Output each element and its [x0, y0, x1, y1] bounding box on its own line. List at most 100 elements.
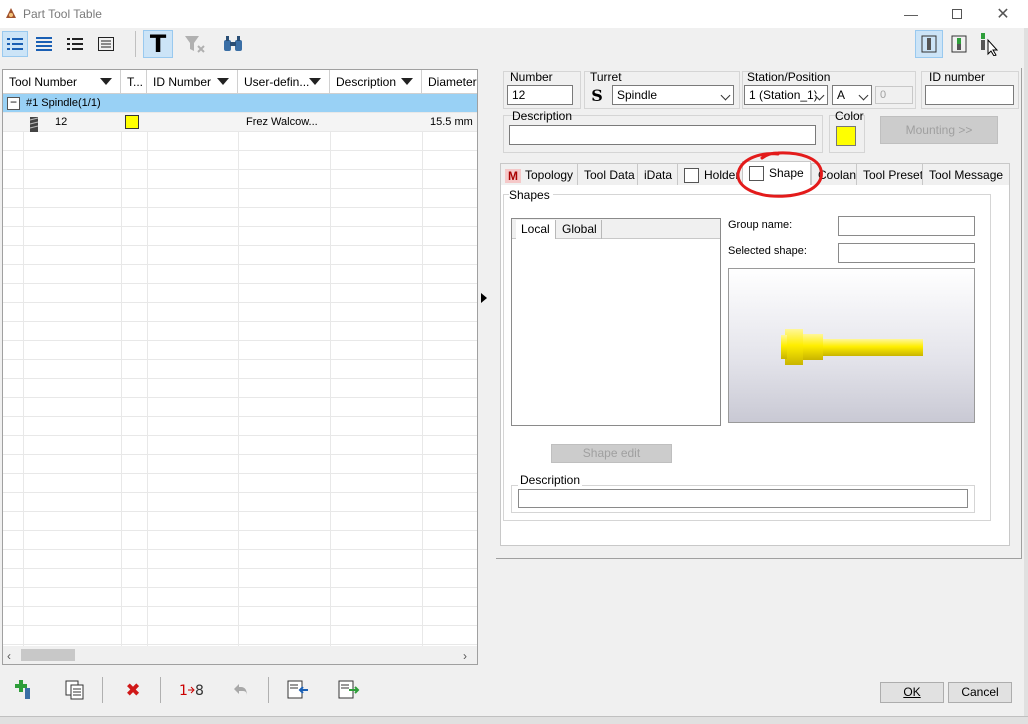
- position-number-field[interactable]: 0: [875, 86, 913, 104]
- add-tool-button[interactable]: [12, 676, 38, 702]
- turret-value: Spindle: [617, 88, 658, 102]
- id-number-field[interactable]: [925, 85, 1014, 105]
- empty-row: [3, 588, 477, 607]
- spindle-s-icon: S: [591, 85, 603, 105]
- view-list-button[interactable]: [31, 31, 57, 57]
- col-header-type[interactable]: T...: [121, 70, 147, 94]
- cancel-button[interactable]: Cancel: [948, 682, 1012, 703]
- empty-row: [3, 322, 477, 341]
- tab-tool-preset[interactable]: Tool Preset: [856, 163, 931, 185]
- mounting-button[interactable]: Mounting >>: [880, 116, 998, 144]
- color-label: Color: [835, 109, 864, 123]
- scroll-thumb[interactable]: [21, 649, 75, 661]
- empty-row: [3, 569, 477, 588]
- tab-tool-data[interactable]: Tool Data: [577, 163, 642, 185]
- empty-row: [3, 189, 477, 208]
- description-label: Description: [512, 109, 573, 123]
- col-header-user-defined[interactable]: User-defin...: [238, 70, 330, 94]
- sort-arrow-icon[interactable]: [401, 78, 413, 85]
- window-right-edge: [1024, 28, 1028, 716]
- tool-view-3-button[interactable]: [975, 31, 1001, 57]
- subtab-global[interactable]: Global: [558, 220, 602, 239]
- scroll-left-icon[interactable]: ‹: [7, 649, 11, 663]
- toolbar-separator: [135, 31, 136, 57]
- holder-checkbox[interactable]: [684, 168, 699, 184]
- col-label: ID Number: [153, 75, 212, 89]
- selected-shape-label: Selected shape:: [728, 245, 807, 257]
- main-toolbar: T: [0, 28, 1028, 62]
- position-select[interactable]: A: [832, 85, 872, 105]
- renumber-button[interactable]: 18: [176, 677, 208, 703]
- tab-tool-message[interactable]: Tool Message: [922, 163, 1011, 185]
- spindle-group-row[interactable]: − #1 Spindle(1/1): [3, 94, 477, 113]
- shape-list-panel: Local Global: [511, 218, 721, 426]
- renumber-icon: 18: [179, 683, 204, 699]
- id-number-label: ID number: [929, 70, 986, 84]
- delete-tool-button[interactable]: ✖: [120, 677, 146, 703]
- horizontal-scrollbar[interactable]: ‹ ›: [3, 646, 477, 664]
- tool-view-1-button[interactable]: [915, 30, 943, 58]
- description-field[interactable]: [509, 125, 816, 145]
- splitter-arrow-icon[interactable]: [481, 293, 487, 303]
- sort-arrow-icon[interactable]: [309, 78, 321, 85]
- sort-arrow-icon[interactable]: [100, 78, 112, 85]
- empty-row: [3, 474, 477, 493]
- ok-button[interactable]: OK: [880, 682, 944, 703]
- empty-row: [3, 303, 477, 322]
- tool-view-2-button[interactable]: [946, 31, 972, 57]
- station-label: Station/Position: [747, 70, 831, 84]
- empty-row: [3, 246, 477, 265]
- color-swatch-button[interactable]: [836, 126, 856, 146]
- station-value: 1 (Station_1): [749, 88, 818, 102]
- subtab-local[interactable]: Local: [516, 220, 556, 239]
- undo-button[interactable]: [228, 677, 254, 703]
- maximize-button[interactable]: [934, 0, 980, 28]
- text-mode-button[interactable]: T: [143, 30, 173, 58]
- tool-color-swatch: [125, 115, 139, 129]
- group-name-field[interactable]: [838, 216, 975, 236]
- shape-preview[interactable]: [728, 268, 975, 423]
- clear-filter-button[interactable]: [182, 31, 208, 57]
- scroll-right-icon[interactable]: ›: [463, 649, 467, 663]
- empty-row: [3, 626, 477, 645]
- view-simple-list-button[interactable]: [93, 31, 119, 57]
- grid-header: Tool Number T... ID Number User-defin...…: [3, 70, 477, 94]
- empty-row: [3, 512, 477, 531]
- list-icon: [36, 37, 52, 51]
- col-header-id-number[interactable]: ID Number: [147, 70, 238, 94]
- shape-description-field[interactable]: [518, 489, 968, 508]
- selected-shape-field[interactable]: [838, 243, 975, 263]
- tab-topology[interactable]: M Topology: [500, 163, 581, 185]
- col-label: Description: [336, 75, 397, 89]
- user-defined-cell: Frez Walcow...: [246, 116, 318, 128]
- shape-edit-button[interactable]: Shape edit: [551, 444, 672, 463]
- shape-description-label: Description: [518, 473, 583, 487]
- tab-label: Tool Message: [929, 168, 1004, 182]
- import-icon: [287, 680, 308, 699]
- undo-icon: [234, 684, 247, 696]
- station-select[interactable]: 1 (Station_1): [744, 85, 828, 105]
- sort-arrow-icon[interactable]: [217, 78, 229, 85]
- col-label: Diameter: [428, 75, 477, 89]
- find-button[interactable]: [220, 31, 246, 57]
- col-header-diameter[interactable]: Diameter: [422, 70, 477, 94]
- col-header-tool-number[interactable]: Tool Number: [3, 70, 121, 94]
- import-button[interactable]: [285, 677, 311, 703]
- export-button[interactable]: [336, 677, 362, 703]
- copy-tool-button[interactable]: [62, 677, 88, 703]
- compact-list-icon: [67, 38, 83, 50]
- minimize-button[interactable]: —: [888, 0, 934, 28]
- tool-row[interactable]: 12 Frez Walcow... 15.5 mm: [3, 113, 477, 132]
- chevron-down-icon: [720, 90, 731, 101]
- view-detailed-list-button[interactable]: [2, 31, 28, 57]
- close-button[interactable]: ✕: [980, 0, 1026, 28]
- spindle-group-label: #1 Spindle(1/1): [26, 97, 101, 109]
- empty-row: [3, 265, 477, 284]
- collapse-icon[interactable]: −: [7, 97, 20, 110]
- number-field[interactable]: 12: [507, 85, 573, 105]
- tab-label: Topology: [525, 168, 574, 182]
- turret-select[interactable]: Spindle: [612, 85, 734, 105]
- tab-idata[interactable]: iData: [637, 163, 680, 185]
- view-compact-list-button[interactable]: [62, 31, 88, 57]
- col-header-description[interactable]: Description: [330, 70, 422, 94]
